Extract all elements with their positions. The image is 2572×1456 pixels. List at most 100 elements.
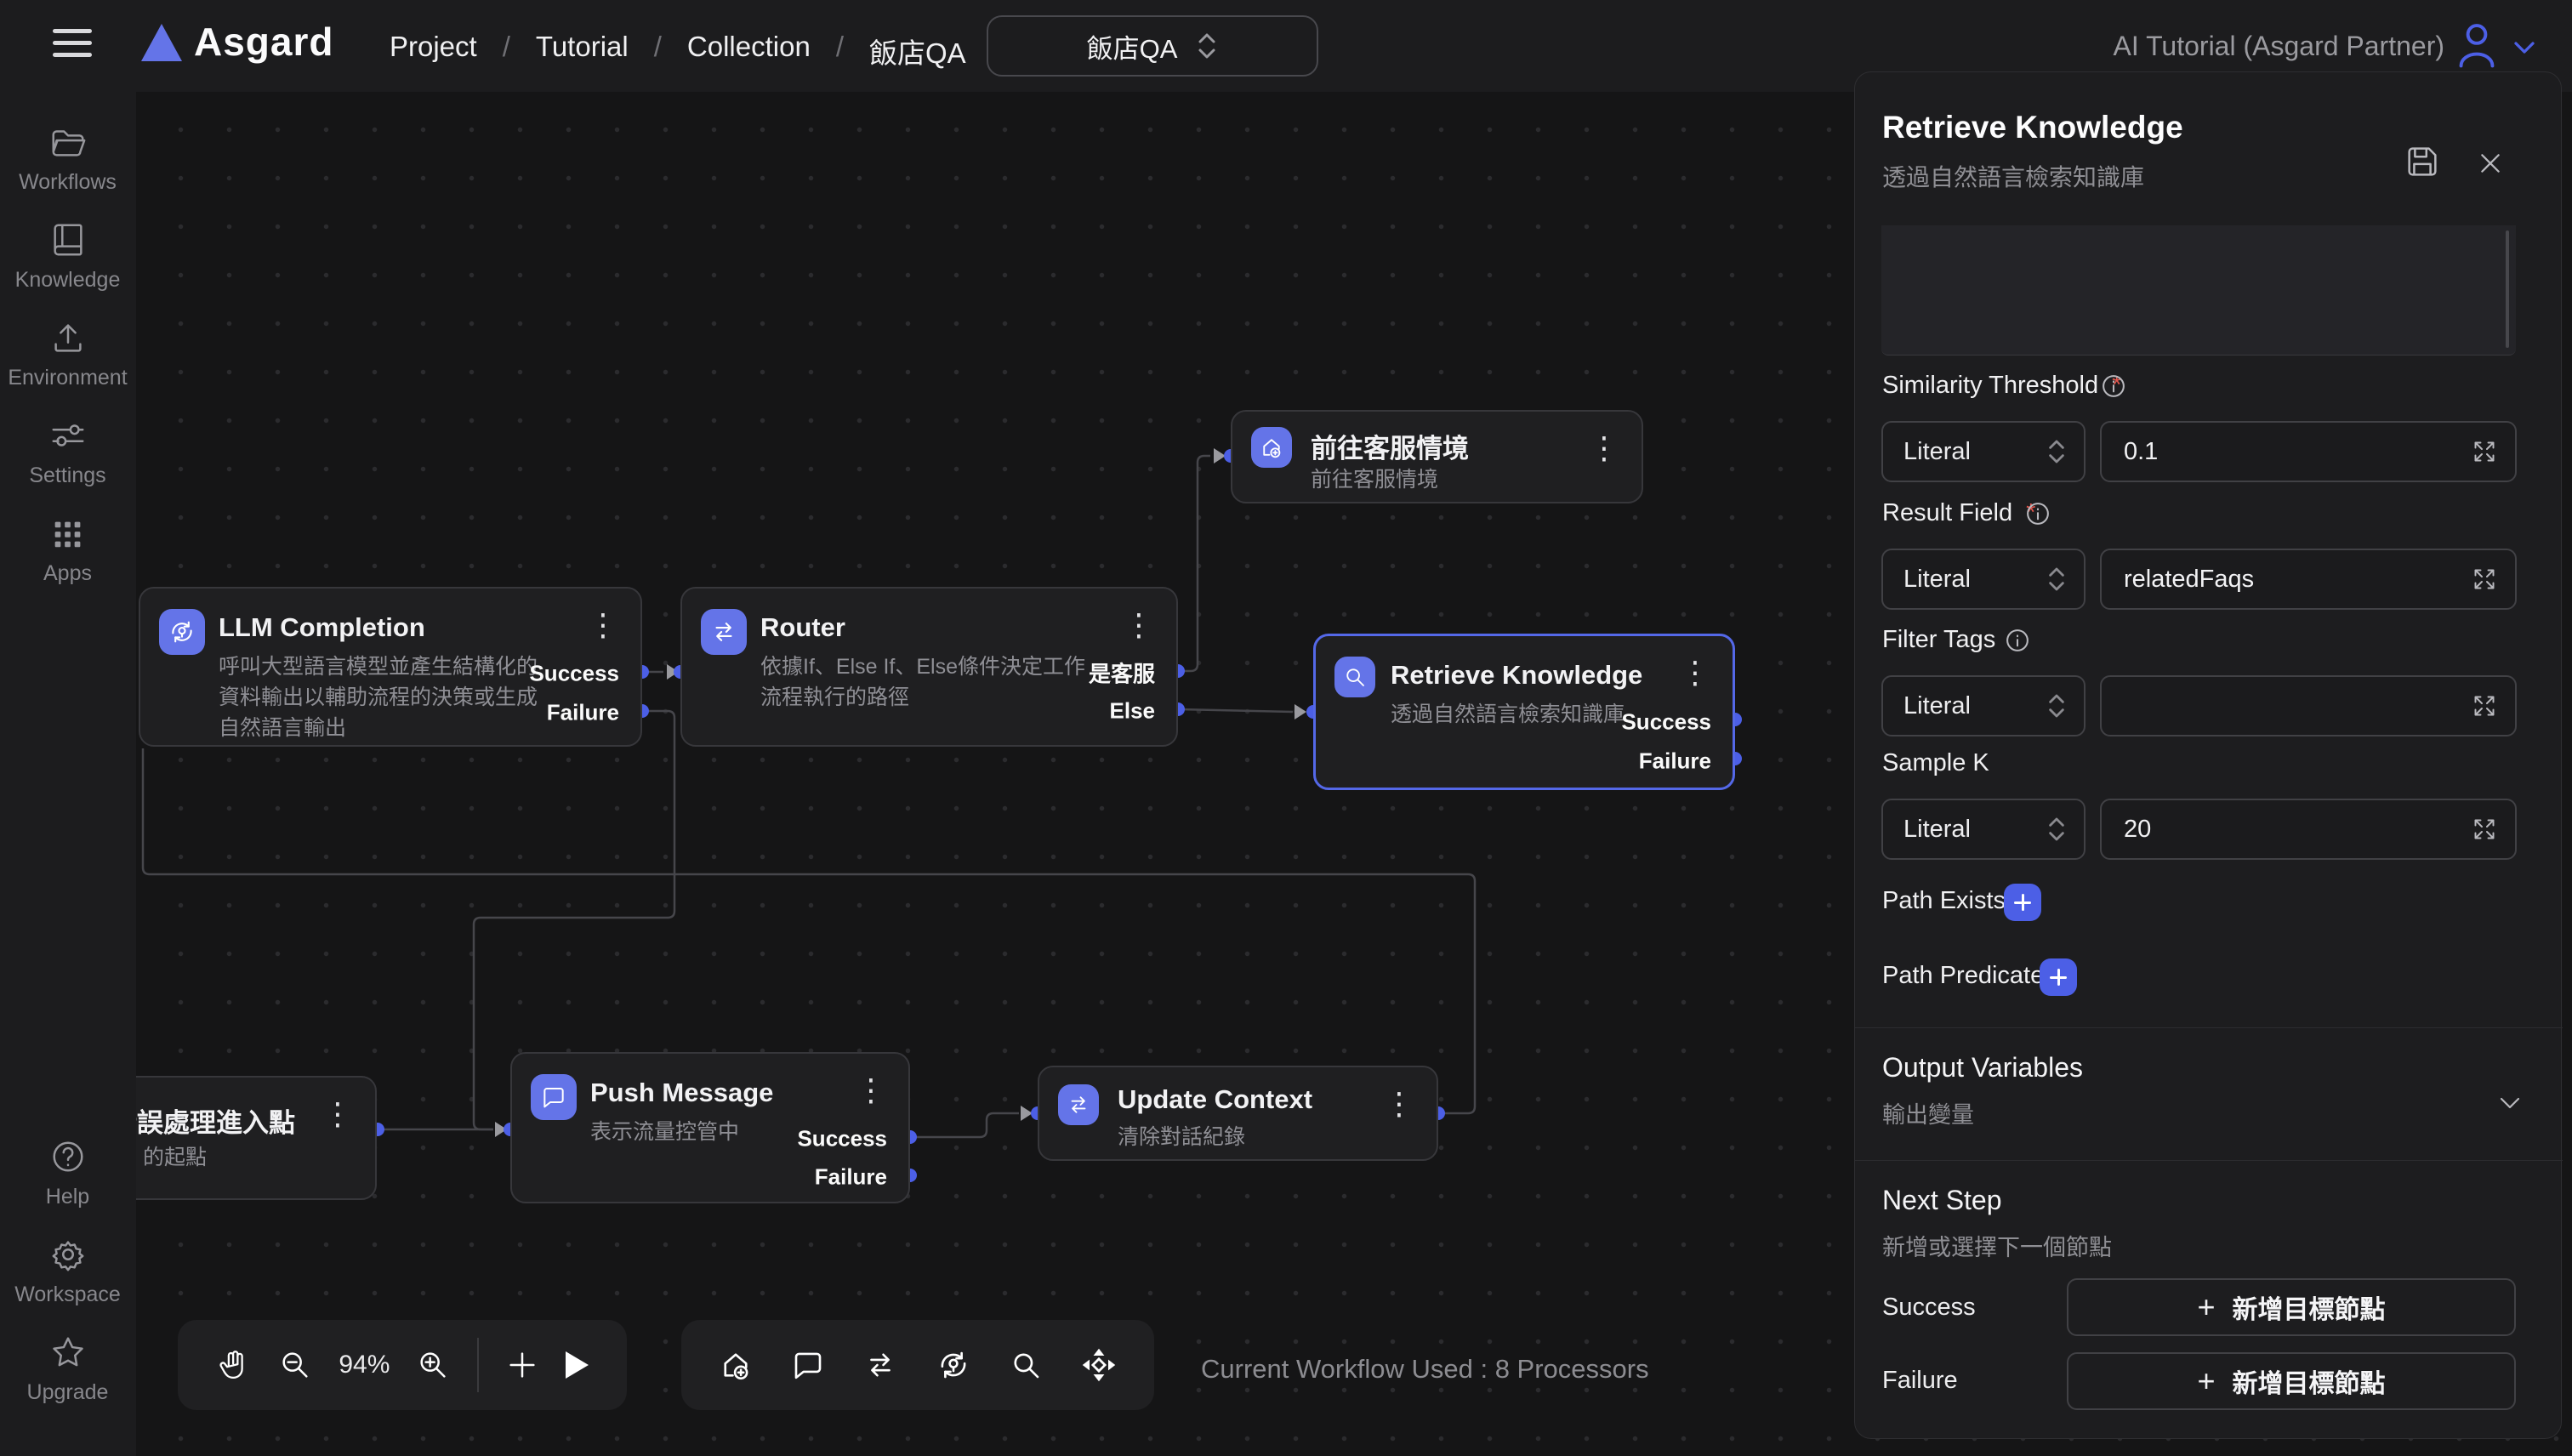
plus-icon: + — [2197, 1292, 2215, 1322]
mode-select-sample-k[interactable]: Literal — [1881, 799, 2085, 860]
search-node-icon[interactable] — [1008, 1347, 1044, 1383]
sidebar-item-apps[interactable]: Apps — [0, 514, 135, 586]
sidebar-item-help[interactable]: Help — [0, 1137, 135, 1209]
help-circle-icon — [48, 1137, 88, 1176]
add-path-exists-button[interactable] — [2004, 884, 2041, 921]
next-step-subtitle: 新增或選擇下一個節點 — [1882, 1229, 2112, 1262]
router-node-icon[interactable] — [862, 1347, 898, 1383]
select-chevrons-icon — [2046, 691, 2067, 720]
run-workflow-icon[interactable] — [566, 1351, 589, 1379]
sidebar-item-settings[interactable]: Settings — [0, 416, 135, 488]
info-icon[interactable] — [2022, 498, 2054, 530]
expand-icon[interactable] — [2469, 564, 2500, 594]
workflow-usage-status: Current Workflow Used : 8 Processors — [1201, 1354, 1649, 1385]
select-chevrons-icon — [2046, 437, 2067, 466]
value-input-result-field[interactable]: relatedFaqs — [2100, 549, 2517, 610]
account-label: AI Tutorial (Asgard Partner) — [2114, 31, 2444, 62]
expand-icon[interactable] — [2469, 814, 2500, 845]
folder-icon — [48, 122, 88, 162]
workflow-selector-dropdown[interactable]: 飯店QA — [987, 15, 1318, 77]
hamburger-menu-icon[interactable] — [53, 29, 92, 63]
zoom-in-icon[interactable] — [416, 1348, 450, 1382]
plus-icon: + — [2197, 1366, 2215, 1396]
breadcrumb-collection[interactable]: Collection — [687, 31, 811, 71]
account-chevron-down-icon[interactable] — [2507, 31, 2541, 65]
user-icon[interactable] — [2453, 19, 2501, 70]
value-input-sample-k[interactable]: 20 — [2100, 799, 2517, 860]
brand-name[interactable]: Asgard — [194, 19, 333, 65]
search-icon — [1334, 657, 1375, 697]
message-bubble-icon — [531, 1074, 577, 1120]
value-input-similarity[interactable]: 0.1 — [2100, 421, 2517, 482]
scene-node-icon[interactable] — [718, 1347, 754, 1383]
node-goto-service-scene[interactable]: 前往客服情境 前往客服情境 — [1231, 410, 1643, 503]
llm-node-icon[interactable] — [936, 1347, 971, 1383]
expand-icon[interactable] — [2469, 691, 2500, 721]
close-icon[interactable] — [2472, 145, 2508, 181]
node-retrieve-knowledge[interactable]: Retrieve Knowledge 透過自然語言檢索知識庫 Success F… — [1313, 634, 1735, 790]
zoom-level: 94% — [339, 1351, 390, 1379]
breadcrumb-tutorial[interactable]: Tutorial — [536, 31, 629, 71]
panel-title: Retrieve Knowledge — [1882, 110, 2183, 145]
mode-select-result-field[interactable]: Literal — [1881, 549, 2085, 610]
sidebar-item-upgrade[interactable]: Upgrade — [0, 1333, 135, 1405]
zoom-out-icon[interactable] — [278, 1348, 312, 1382]
node-menu-icon[interactable] — [322, 1096, 353, 1134]
node-router[interactable]: Router 依據If、Else If、Else條件決定工作流程執行的路徑 是客… — [680, 587, 1178, 747]
path-predicate-label: Path Predicate — [1882, 962, 2044, 990]
node-menu-icon[interactable] — [1680, 655, 1710, 692]
save-icon[interactable] — [2403, 142, 2442, 181]
sidebar-item-environment[interactable]: Environment — [0, 318, 135, 390]
panel-subtitle: 透過自然語言檢索知識庫 — [1882, 159, 2144, 193]
node-update-context[interactable]: Update Context 清除對話紀錄 — [1038, 1066, 1438, 1161]
node-menu-icon[interactable] — [856, 1072, 886, 1110]
breadcrumb-current[interactable]: 飯店QA — [869, 31, 966, 71]
info-icon[interactable] — [2097, 370, 2130, 402]
breadcrumb-project[interactable]: Project — [390, 31, 477, 71]
select-chevrons-icon — [2046, 815, 2067, 844]
node-error-entry[interactable]: 錯誤處理進入點 的起點 — [136, 1076, 377, 1200]
toolbar-divider — [477, 1338, 479, 1392]
query-textarea[interactable] — [1881, 225, 2516, 355]
textarea-scrollbar[interactable] — [2506, 230, 2509, 348]
sidebar-item-knowledge[interactable]: Knowledge — [0, 220, 135, 293]
add-node-icon[interactable] — [505, 1348, 539, 1382]
next-step-failure-label: Failure — [1882, 1367, 1958, 1395]
sidebar-item-workflows[interactable]: Workflows — [0, 122, 135, 195]
add-path-predicate-button[interactable] — [2040, 958, 2077, 996]
panel-divider — [1855, 1027, 2563, 1028]
move-canvas-icon[interactable] — [1080, 1346, 1118, 1384]
sort-chevrons-icon — [1196, 31, 1218, 60]
node-menu-icon[interactable] — [1589, 430, 1619, 468]
star-icon — [48, 1333, 88, 1372]
sliders-icon — [48, 416, 88, 455]
field-label-filter-tags: Filter Tags — [1882, 626, 1995, 654]
scene-home-plus-icon — [1251, 427, 1292, 468]
mode-select-similarity[interactable]: Literal — [1881, 421, 2085, 482]
add-target-node-success-button[interactable]: + 新增目標節點 — [2067, 1278, 2516, 1336]
router-icon — [701, 609, 747, 655]
expand-icon[interactable] — [2469, 436, 2500, 467]
mode-select-filter-tags[interactable]: Literal — [1881, 675, 2085, 737]
collapse-chevron-down-icon[interactable] — [2493, 1086, 2527, 1120]
value-input-filter-tags[interactable] — [2100, 675, 2517, 737]
pan-hand-icon[interactable] — [216, 1347, 252, 1383]
next-step-title: Next Step — [1882, 1185, 2002, 1216]
next-step-success-label: Success — [1882, 1294, 1976, 1322]
panel-divider — [1855, 1160, 2563, 1161]
node-menu-icon[interactable] — [1124, 607, 1154, 645]
node-menu-icon[interactable] — [588, 607, 618, 645]
asgard-logo-icon[interactable] — [141, 24, 182, 61]
apps-grid-icon — [48, 514, 88, 553]
left-sidebar: Workflows Knowledge Environment Settings… — [0, 92, 137, 1456]
node-menu-icon[interactable] — [1384, 1086, 1414, 1123]
output-variables-title: Output Variables — [1882, 1052, 2083, 1083]
message-node-icon[interactable] — [790, 1347, 826, 1383]
sidebar-item-workspace[interactable]: Workspace — [0, 1235, 135, 1307]
info-icon[interactable] — [2001, 624, 2034, 657]
update-context-icon — [1058, 1084, 1099, 1125]
add-target-node-failure-button[interactable]: + 新增目標節點 — [2067, 1352, 2516, 1410]
path-exists-label: Path Exists — [1882, 887, 2006, 915]
node-push-message[interactable]: Push Message 表示流量控管中 Success Failure — [510, 1052, 910, 1203]
node-llm-completion[interactable]: LLM Completion 呼叫大型語言模型並產生結構化的資料輸出以輔助流程的… — [139, 587, 642, 747]
